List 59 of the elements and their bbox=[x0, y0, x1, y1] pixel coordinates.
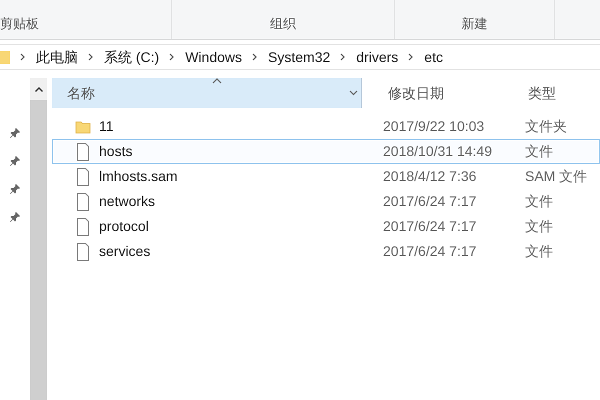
breadcrumb-item[interactable]: drivers bbox=[356, 46, 398, 68]
breadcrumb-item[interactable]: 系统 (C:) bbox=[104, 46, 160, 68]
scroll-up-button[interactable] bbox=[30, 78, 47, 100]
file-name: networks bbox=[99, 192, 156, 211]
pin-icon[interactable] bbox=[10, 212, 20, 222]
scrollbar[interactable] bbox=[30, 78, 47, 400]
folder-icon bbox=[75, 118, 91, 134]
date-cell-text: 2017/9/22 10:03 bbox=[382, 117, 486, 136]
file-row[interactable]: hosts 2018/10/31 14:49 文件 bbox=[52, 139, 600, 164]
date-cell-text: 2017/6/24 7:17 bbox=[382, 217, 478, 236]
column-header[interactable]: 名称 bbox=[52, 78, 362, 108]
breadcrumb-item[interactable]: System32 bbox=[268, 46, 330, 68]
file-name: lmhosts.sam bbox=[99, 167, 178, 186]
date-cell-text: 2017/6/24 7:17 bbox=[382, 242, 478, 261]
type-cell-text: 文件 bbox=[524, 242, 553, 261]
file-icon bbox=[75, 142, 91, 160]
file-icon bbox=[75, 218, 91, 236]
column-header[interactable]: 类型 bbox=[520, 78, 600, 108]
type-cell-text: 文件 bbox=[524, 192, 553, 211]
chevron-right-icon bbox=[169, 53, 176, 61]
date-cell-text: 2018/4/12 7:36 bbox=[382, 167, 478, 186]
file-icon bbox=[75, 192, 91, 210]
file-icon bbox=[75, 242, 91, 260]
breadcrumb-item[interactable]: Windows bbox=[185, 46, 242, 68]
chevron-right-icon bbox=[88, 53, 94, 61]
type-cell-text: 文件夹 bbox=[524, 117, 567, 136]
file-row[interactable]: lmhosts.sam 2018/4/12 7:36 SAM 文件 bbox=[52, 164, 600, 189]
file-icon bbox=[75, 168, 91, 186]
date-cell-text: 2018/10/31 14:49 bbox=[382, 142, 493, 161]
file-row[interactable]: 11 2017/9/22 10:03 文件夹 bbox=[52, 114, 600, 139]
caret-up-icon bbox=[34, 86, 43, 92]
file-name: 11 bbox=[99, 117, 114, 136]
breadcrumb-item[interactable]: etc bbox=[424, 46, 443, 68]
pin-icon[interactable] bbox=[10, 156, 20, 166]
date-cell-text: 2017/6/24 7:17 bbox=[382, 192, 478, 211]
file-name: protocol bbox=[99, 217, 149, 236]
ribbon-group-label: 剪贴板 bbox=[0, 14, 39, 32]
column-header[interactable]: 修改日期 bbox=[380, 78, 520, 108]
sort-caret-icon bbox=[212, 78, 222, 84]
breadcrumb-item[interactable]: 此电脑 bbox=[36, 46, 78, 68]
chevron-right-icon bbox=[252, 53, 258, 61]
file-row[interactable]: services 2017/6/24 7:17 文件 bbox=[52, 239, 600, 264]
folder-icon bbox=[0, 49, 10, 65]
pin-icon[interactable] bbox=[10, 184, 20, 194]
chevron-right-icon bbox=[408, 53, 414, 61]
type-cell-text: 文件 bbox=[524, 217, 553, 236]
address-bar[interactable]: 此电脑 系统 (C:) Windows System32 drivers etc bbox=[0, 44, 600, 70]
type-cell-text: SAM 文件 bbox=[524, 167, 588, 186]
file-name: services bbox=[99, 242, 150, 261]
file-name: hosts bbox=[99, 142, 132, 161]
file-row[interactable]: networks 2017/6/24 7:17 文件 bbox=[52, 189, 600, 214]
dropdown-chevron-icon[interactable] bbox=[349, 90, 358, 96]
type-cell-text: 文件 bbox=[524, 142, 553, 161]
chevron-right-icon bbox=[340, 53, 346, 61]
chevron-right-icon bbox=[20, 53, 26, 61]
ribbon-group-label: 组织 bbox=[270, 14, 296, 32]
ribbon-group-label: 新建 bbox=[462, 14, 488, 32]
pin-icon[interactable] bbox=[10, 128, 20, 138]
file-row[interactable]: protocol 2017/6/24 7:17 文件 bbox=[52, 214, 600, 239]
